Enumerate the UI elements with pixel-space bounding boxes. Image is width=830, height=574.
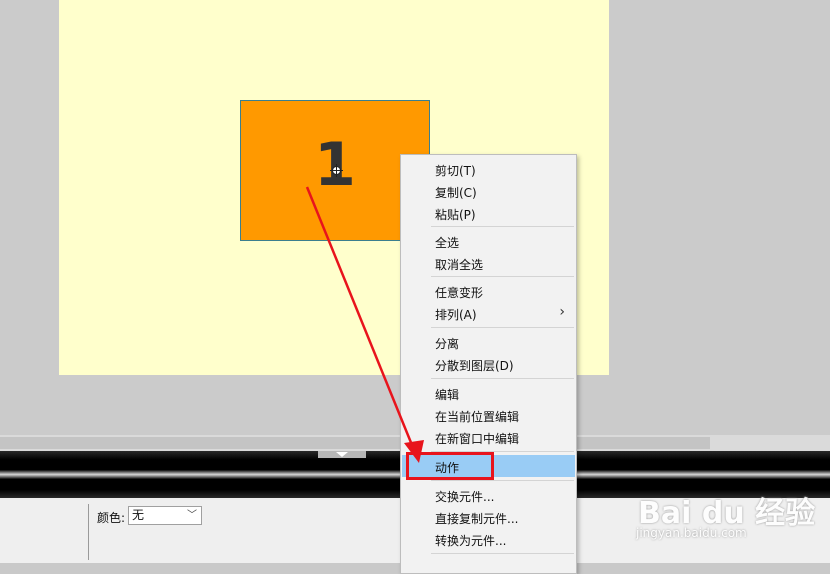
menu-item-arrange[interactable]: 排列(A) › — [402, 302, 575, 324]
chevron-right-icon: › — [559, 304, 565, 320]
menu-item-label: 复制(C) — [435, 186, 477, 200]
baidu-jingyan-watermark: Bai du 经验 jingyan.baidu.com — [636, 470, 830, 563]
watermark-url: jingyan.baidu.com — [636, 526, 747, 540]
color-select-value: 无 — [132, 508, 145, 522]
color-select[interactable]: 无 ﹀ — [128, 506, 202, 525]
menu-item-label: 分离 — [435, 337, 460, 351]
menu-item-swap-symbol[interactable]: 交换元件... — [402, 484, 575, 506]
menu-item-label: 排列(A) — [435, 308, 477, 322]
menu-item-label: 取消全选 — [435, 258, 484, 272]
menu-item-cut[interactable]: 剪切(T) — [402, 158, 575, 180]
menu-item-deselect-all[interactable]: 取消全选 — [402, 252, 575, 274]
menu-item-convert-to-symbol[interactable]: 转换为元件... — [402, 528, 575, 550]
menu-item-label: 任意变形 — [435, 286, 484, 300]
menu-item-edit[interactable]: 编辑 — [402, 382, 575, 404]
menu-separator — [431, 480, 574, 481]
menu-item-edit-in-new-window[interactable]: 在新窗口中编辑 — [402, 426, 575, 448]
menu-item-label: 交换元件... — [435, 490, 495, 504]
menu-item-select-all[interactable]: 全选 — [402, 230, 575, 252]
registration-point-icon — [330, 164, 343, 177]
menu-item-label: 在当前位置编辑 — [435, 410, 520, 424]
menu-item-label: 直接复制元件... — [435, 512, 519, 526]
menu-item-free-transform[interactable]: 任意变形 — [402, 280, 575, 302]
context-menu: 剪切(T) 复制(C) 粘贴(P) 全选 取消全选 任意变形 排列(A) › 分离… — [400, 154, 577, 574]
panel-collapse-icon[interactable] — [318, 451, 366, 458]
menu-item-distribute-to-layers[interactable]: 分散到图层(D) — [402, 353, 575, 375]
menu-item-label: 粘贴(P) — [435, 208, 476, 222]
menu-item-edit-in-place[interactable]: 在当前位置编辑 — [402, 404, 575, 426]
scrollbar-thumb[interactable] — [0, 437, 710, 449]
menu-item-label: 剪切(T) — [435, 164, 476, 178]
menu-separator — [431, 327, 574, 328]
menu-item-label: 在新窗口中编辑 — [435, 432, 520, 446]
menu-item-label: 全选 — [435, 236, 460, 250]
chevron-down-icon: ﹀ — [187, 510, 197, 521]
menu-item-paste[interactable]: 粘贴(P) — [402, 202, 575, 224]
menu-separator — [431, 553, 574, 554]
menu-item-copy[interactable]: 复制(C) — [402, 180, 575, 202]
menu-separator — [431, 378, 574, 379]
menu-item-label: 转换为元件... — [435, 534, 507, 548]
panel-separator — [88, 504, 89, 560]
annotation-highlight-box — [406, 452, 494, 480]
menu-item-label: 编辑 — [435, 388, 460, 402]
menu-item-label: 分散到图层(D) — [435, 359, 514, 373]
color-label: 颜色: — [97, 511, 126, 525]
menu-item-break-apart[interactable]: 分离 — [402, 331, 575, 353]
menu-separator — [431, 276, 574, 277]
menu-separator — [431, 226, 574, 227]
menu-item-duplicate-symbol[interactable]: 直接复制元件... — [402, 506, 575, 528]
